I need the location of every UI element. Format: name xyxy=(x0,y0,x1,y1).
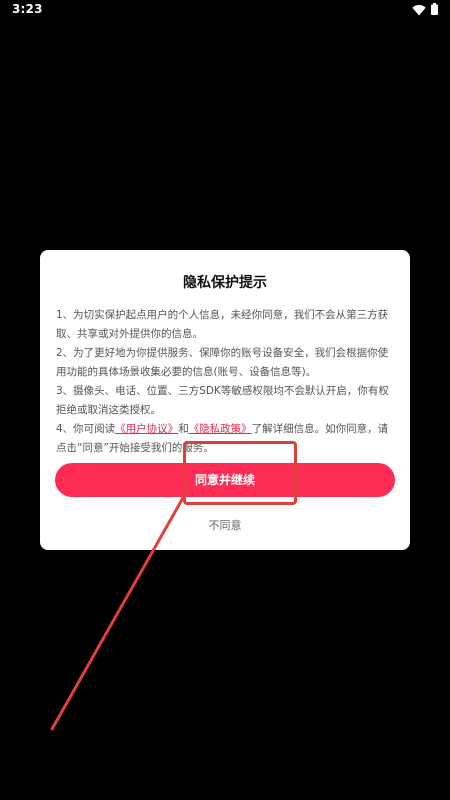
screen: 3:23 隐私保护提示 1、为切实保护起点用户的个人信息，未经你同意，我们不会从… xyxy=(0,0,450,800)
item4-prefix: 4、你可阅读 xyxy=(56,423,116,435)
privacy-policy-link[interactable]: 《隐私政策》 xyxy=(189,423,252,435)
battery-icon xyxy=(431,3,438,15)
privacy-item-1: 1、为切实保护起点用户的个人信息，未经你同意，我们不会从第三方获取、共享或对外提… xyxy=(56,309,389,340)
dialog-body: 1、为切实保护起点用户的个人信息，未经你同意，我们不会从第三方获取、共享或对外提… xyxy=(56,306,394,458)
privacy-item-3: 3、摄像头、电话、位置、三方SDK等敏感权限均不会默认开启，你有权拒绝或取消这类… xyxy=(56,385,389,416)
status-time: 3:23 xyxy=(12,2,43,16)
privacy-item-2: 2、为了更好地为你提供服务、保障你的账号设备安全，我们会根据你使用功能的具体场景… xyxy=(56,347,389,378)
wifi-icon xyxy=(412,5,426,16)
item4-and: 和 xyxy=(178,423,189,435)
dialog-title: 隐私保护提示 xyxy=(183,275,267,291)
privacy-dialog: 隐私保护提示 1、为切实保护起点用户的个人信息，未经你同意，我们不会从第三方获取… xyxy=(40,250,410,550)
annotation-highlight-box xyxy=(183,441,297,505)
user-agreement-link[interactable]: 《用户协议》 xyxy=(115,423,178,435)
disagree-button[interactable]: 不同意 xyxy=(40,517,410,533)
status-bar: 3:23 xyxy=(0,0,450,22)
